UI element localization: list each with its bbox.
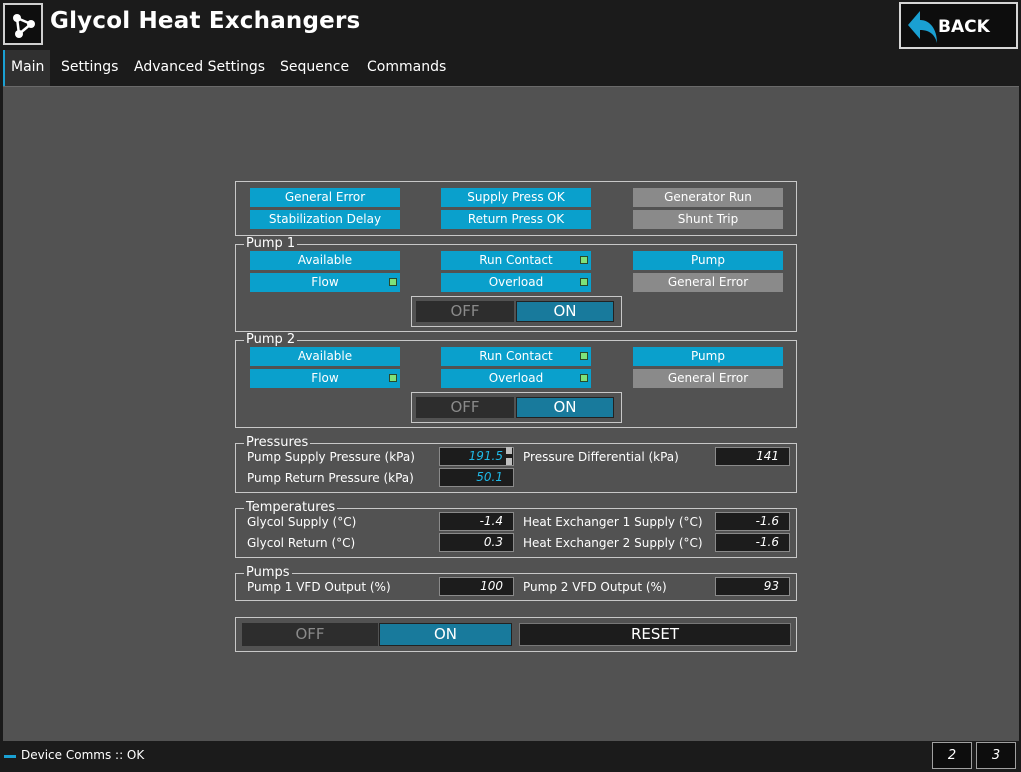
return-press-ok-indicator: Return Press OK	[441, 210, 591, 229]
generator-run-indicator: Generator Run	[633, 188, 783, 207]
pump1-overload-label: Overload	[488, 275, 544, 289]
reset-button[interactable]: RESET	[519, 623, 791, 646]
pump2-off-button[interactable]: OFF	[416, 397, 514, 418]
back-arrow-icon	[908, 11, 937, 43]
spin-up-icon[interactable]	[506, 447, 512, 454]
main-content: General Error Supply Press OK Generator …	[3, 86, 1019, 741]
pump1-flow-indicator: Flow	[250, 273, 400, 292]
glycol-supply-label: Glycol Supply (°C)	[247, 515, 357, 529]
page-title: Glycol Heat Exchangers	[50, 8, 361, 34]
temperatures-panel: Temperatures Glycol Supply (°C) -1.4 Hea…	[235, 500, 797, 558]
status-bar: Device Comms :: OK 2 3	[0, 741, 1021, 772]
pump1-vfd-output-value: 100	[439, 577, 514, 596]
tab-bar: Main Settings Advanced Settings Sequence…	[0, 50, 1021, 86]
network-nodes-icon	[3, 3, 43, 45]
pump2-run-contact-led	[580, 352, 588, 360]
pump1-run-contact-led	[580, 256, 588, 264]
glycol-return-label: Glycol Return (°C)	[247, 536, 356, 550]
pump2-run-contact-indicator: Run Contact	[441, 347, 591, 366]
tab-main[interactable]: Main	[3, 50, 51, 86]
spin-down-icon[interactable]	[506, 458, 512, 465]
pump1-panel: Pump 1 Available Run Contact Pump Flow O…	[235, 236, 797, 332]
pump1-flow-led	[389, 278, 397, 286]
back-button-label: BACK	[938, 17, 990, 37]
pump1-title: Pump 1	[244, 236, 298, 252]
pump1-run-contact-label: Run Contact	[479, 253, 553, 267]
tab-advanced-settings[interactable]: Advanced Settings	[128, 50, 271, 86]
stabilization-delay-indicator: Stabilization Delay	[250, 210, 400, 229]
tab-settings[interactable]: Settings	[55, 50, 124, 86]
pump1-on-button[interactable]: ON	[516, 301, 614, 322]
pump-return-pressure-input[interactable]: 50.1	[439, 468, 514, 487]
pump2-overload-led	[580, 374, 588, 382]
pressures-panel: Pressures Pump Supply Pressure (kPa) 191…	[235, 435, 797, 493]
pump2-available-indicator: Available	[250, 347, 400, 366]
device-comms-status: Device Comms :: OK	[21, 748, 145, 762]
supply-press-ok-indicator: Supply Press OK	[441, 188, 591, 207]
glycol-return-value: 0.3	[439, 533, 514, 552]
system-controls: OFF ON RESET	[235, 617, 797, 652]
pump1-run-contact-indicator: Run Contact	[441, 251, 591, 270]
pressure-differential-value: 141	[715, 447, 790, 466]
tab-commands[interactable]: Commands	[361, 50, 452, 86]
pump2-vfd-output-label: Pump 2 VFD Output (%)	[523, 580, 667, 594]
pump2-flow-label: Flow	[311, 371, 339, 385]
pump-return-pressure-label: Pump Return Pressure (kPa)	[247, 471, 414, 485]
pump2-general-error-indicator: General Error	[633, 369, 783, 388]
system-off-button[interactable]: OFF	[242, 623, 378, 646]
pressure-differential-label: Pressure Differential (kPa)	[523, 450, 679, 464]
system-on-button[interactable]: ON	[379, 623, 512, 646]
pump1-toggle: OFF ON	[411, 296, 622, 327]
pump1-pump-indicator: Pump	[633, 251, 783, 270]
pump2-overload-label: Overload	[488, 371, 544, 385]
tab-sequence[interactable]: Sequence	[274, 50, 355, 86]
pump2-overload-indicator: Overload	[441, 369, 591, 388]
pump1-overload-indicator: Overload	[441, 273, 591, 292]
pump2-flow-led	[389, 374, 397, 382]
shunt-trip-indicator: Shunt Trip	[633, 210, 783, 229]
pump2-flow-indicator: Flow	[250, 369, 400, 388]
pump1-general-error-indicator: General Error	[633, 273, 783, 292]
pump-supply-pressure-label: Pump Supply Pressure (kPa)	[247, 450, 415, 464]
pumps-panel: Pumps Pump 1 VFD Output (%) 100 Pump 2 V…	[235, 565, 797, 601]
hx1-supply-value: -1.6	[715, 512, 790, 531]
status-panel: General Error Supply Press OK Generator …	[235, 181, 797, 236]
pump2-pump-indicator: Pump	[633, 347, 783, 366]
general-error-indicator: General Error	[250, 188, 400, 207]
pump2-vfd-output-value: 93	[715, 577, 790, 596]
pump-supply-pressure-input[interactable]: 191.5	[439, 447, 514, 466]
hx1-supply-label: Heat Exchanger 1 Supply (°C)	[523, 515, 703, 529]
page-3-button[interactable]: 3	[976, 742, 1016, 769]
pump1-available-indicator: Available	[250, 251, 400, 270]
pump2-title: Pump 2	[244, 332, 298, 348]
pump2-on-button[interactable]: ON	[516, 397, 614, 418]
pump1-off-button[interactable]: OFF	[416, 301, 514, 322]
hx2-supply-label: Heat Exchanger 2 Supply (°C)	[523, 536, 703, 550]
pump2-toggle: OFF ON	[411, 392, 622, 423]
pump2-panel: Pump 2 Available Run Contact Pump Flow O…	[235, 332, 797, 428]
status-indicator-icon	[4, 755, 16, 758]
page-2-button[interactable]: 2	[932, 742, 972, 769]
hx2-supply-value: -1.6	[715, 533, 790, 552]
header-bar: Glycol Heat Exchangers BACK	[0, 0, 1021, 50]
pump1-overload-led	[580, 278, 588, 286]
pump1-vfd-output-label: Pump 1 VFD Output (%)	[247, 580, 391, 594]
pump2-run-contact-label: Run Contact	[479, 349, 553, 363]
back-button[interactable]: BACK	[899, 2, 1018, 49]
glycol-supply-value: -1.4	[439, 512, 514, 531]
pump1-flow-label: Flow	[311, 275, 339, 289]
